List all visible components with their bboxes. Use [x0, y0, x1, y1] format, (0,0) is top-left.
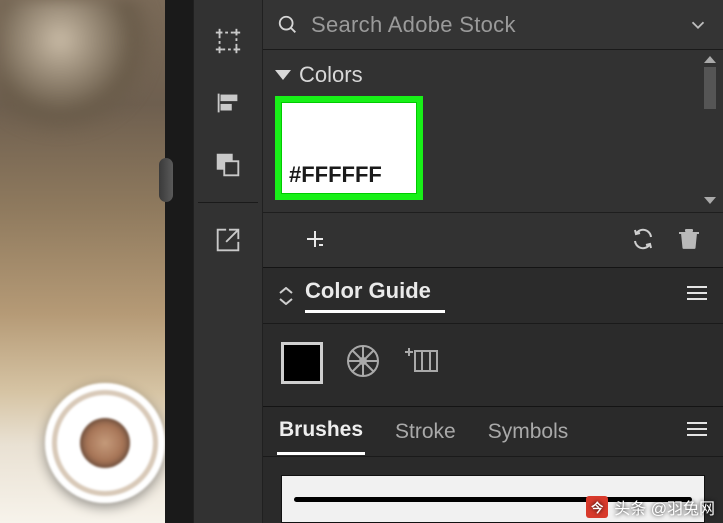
document-canvas[interactable] [0, 0, 165, 523]
panel-menu-icon[interactable] [685, 284, 709, 307]
sync-icon[interactable] [629, 225, 657, 253]
pathfinder-panel-icon[interactable] [205, 142, 251, 188]
colors-section-header[interactable]: Colors [263, 58, 723, 96]
watermark-text: 头条 @羽兔网 [614, 495, 715, 519]
color-guide-title: Color Guide [305, 278, 445, 313]
panel-menu-icon[interactable] [685, 420, 709, 443]
colors-actions-row [263, 212, 723, 253]
scrollbar-handle[interactable] [159, 158, 173, 202]
color-guide-header: Color Guide [263, 268, 723, 324]
add-color-button[interactable] [301, 225, 329, 253]
colors-scrollbar[interactable] [701, 56, 719, 204]
align-panel-icon[interactable] [205, 80, 251, 126]
stock-search-row [263, 0, 723, 50]
export-panel-icon[interactable] [205, 217, 251, 263]
color-swatch-selected[interactable]: #FFFFFF [275, 96, 423, 200]
panel-dock [193, 0, 263, 523]
guide-base-swatch[interactable] [281, 342, 323, 384]
stock-search-input[interactable] [311, 12, 687, 38]
disclosure-triangle-icon [275, 70, 291, 80]
color-swatch-hex: #FFFFFF [289, 162, 382, 188]
watermark-logo: 今 [586, 496, 608, 518]
panel-divider [198, 202, 258, 203]
tab-brushes[interactable]: Brushes [277, 408, 365, 455]
colors-section: Colors #FFFFFF [263, 50, 723, 267]
artboard-tool-icon[interactable] [205, 18, 251, 64]
brushes-tabs: Brushes Stroke Symbols [263, 407, 723, 457]
tab-stroke[interactable]: Stroke [393, 410, 458, 454]
color-grid-icon[interactable] [403, 348, 439, 379]
tab-symbols[interactable]: Symbols [486, 410, 571, 454]
canvas-scrollbar-gutter [165, 0, 193, 523]
color-wheel-icon[interactable] [345, 343, 381, 384]
color-guide-section: Color Guide [263, 267, 723, 406]
watermark: 今 头条 @羽兔网 [586, 495, 715, 519]
chevron-down-icon[interactable] [687, 14, 709, 36]
search-icon [277, 14, 299, 36]
colors-section-label: Colors [299, 62, 363, 88]
collapse-vertical-icon[interactable] [277, 287, 295, 305]
trash-icon[interactable] [675, 225, 703, 253]
right-panels: Colors #FFFFFF [263, 0, 723, 523]
